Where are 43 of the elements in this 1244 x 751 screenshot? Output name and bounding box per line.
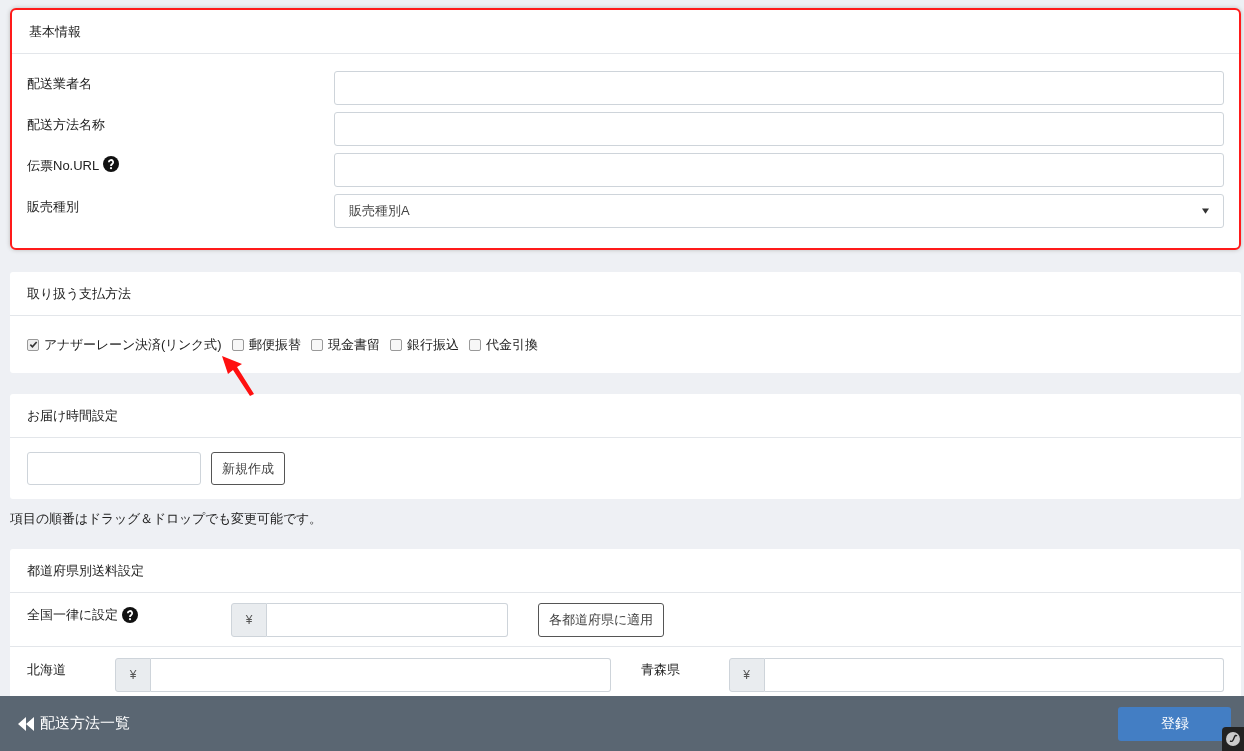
time-input-field[interactable] <box>27 452 201 485</box>
section-title: 取り扱う支払方法 <box>27 284 131 303</box>
field-label: 伝票No.URL <box>27 157 100 175</box>
back-link[interactable]: 配送方法一覧 <box>18 712 130 735</box>
checkbox-label[interactable]: 銀行振込 <box>406 334 459 355</box>
price-input-field[interactable] <box>267 602 508 637</box>
price-input-field[interactable] <box>764 658 1224 692</box>
prefecture-label: 北海道 <box>27 662 66 677</box>
prefecture-label: 青森県 <box>640 662 680 677</box>
checkbox[interactable] <box>310 338 323 351</box>
field-label: 配送業者名 <box>27 75 92 93</box>
checkbox-label[interactable]: アナザーレーン決済(リンク式) <box>44 334 222 355</box>
caret-icon <box>1202 208 1209 214</box>
section-title: お届け時間設定 <box>27 406 118 425</box>
field-label: 販売種別 <box>27 198 79 216</box>
hint-text: 項目の順番はドラッグ＆ドロップでも変更可能です。 <box>10 510 323 528</box>
annotation-arrow-icon <box>222 356 254 396</box>
price-input-field[interactable] <box>151 658 611 692</box>
currency-addon: ¥ <box>231 602 267 637</box>
checkbox-label[interactable]: 現金書留 <box>327 334 380 355</box>
checkbox-label[interactable]: 郵便振替 <box>248 334 301 355</box>
checkbox-label[interactable]: 代金引換 <box>485 334 538 355</box>
apply-button[interactable]: 各都道府県に適用 <box>538 602 664 637</box>
debug-toolbar-icon[interactable] <box>1222 727 1244 751</box>
help-icon[interactable] <box>122 606 138 623</box>
help-icon[interactable] <box>103 156 120 172</box>
text-input-field[interactable] <box>334 112 1224 146</box>
section-title: 基本情報 <box>29 22 81 41</box>
submit-button[interactable]: 登録 <box>1118 706 1231 741</box>
checkbox[interactable] <box>231 338 244 351</box>
create-button[interactable]: 新規作成 <box>211 452 285 485</box>
currency-addon: ¥ <box>728 658 765 692</box>
field-label: 全国一律に設定 <box>27 606 118 624</box>
text-input-field[interactable] <box>334 153 1224 187</box>
double-chevron-icon <box>18 716 34 731</box>
checkbox[interactable] <box>27 338 39 351</box>
currency-addon: ¥ <box>115 658 151 692</box>
section-title: 都道府県別送料設定 <box>27 561 144 580</box>
checkbox[interactable] <box>389 338 402 351</box>
text-input-field[interactable] <box>334 71 1224 105</box>
select-field[interactable]: 販売種別A <box>334 194 1224 228</box>
field-label: 配送方法名称 <box>27 116 105 134</box>
checkbox[interactable] <box>468 338 481 351</box>
